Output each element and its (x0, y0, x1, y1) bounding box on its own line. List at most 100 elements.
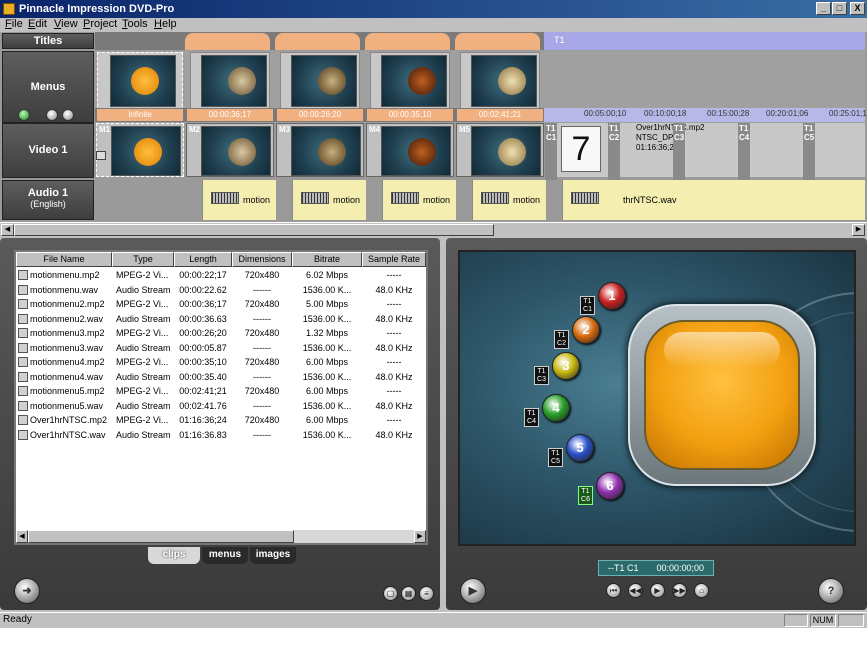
menu-file[interactable]: File (5, 18, 23, 31)
menu-project[interactable]: Project (83, 18, 117, 31)
chapter-number: C5 (804, 133, 815, 142)
audio-clip-label: motion (243, 195, 271, 205)
tab-menus[interactable]: menus (202, 547, 248, 564)
zoom-in-button[interactable] (46, 109, 58, 121)
column-type[interactable]: Type (112, 252, 174, 267)
file-type: Audio Stream (116, 371, 171, 382)
file-row[interactable]: motionmenu2.mp2 MPEG-2 Vi... 00:00:36;17 72… (16, 297, 426, 312)
title-tab[interactable] (275, 33, 360, 50)
help-icon[interactable]: ? (818, 578, 844, 604)
add-track-button[interactable] (18, 109, 30, 121)
column-length[interactable]: Length (174, 252, 232, 267)
file-type: Audio Stream (116, 342, 171, 353)
file-row[interactable]: Over1hrNTSC.wav Audio Stream 01:16:36.83 --… (16, 428, 426, 443)
file-icon (18, 386, 28, 397)
title-t1-bar[interactable]: T1 (544, 32, 865, 50)
details-view-icon[interactable]: ▢ (383, 586, 398, 601)
thumbnail-view-icon[interactable]: ▦ (401, 586, 416, 601)
file-list-scrollbar[interactable]: ◀ ▶ (16, 530, 426, 543)
file-list: File Name Type Length Dimensions Bitrate… (14, 250, 428, 545)
column-dimensions[interactable]: Dimensions (232, 252, 292, 267)
file-row[interactable]: motionmenu5.wav Audio Stream 00:02:41.76 --… (16, 399, 426, 414)
column-sample-rate[interactable]: Sample Rate (362, 252, 426, 267)
menu-thumbnail (291, 55, 357, 107)
home-icon[interactable] (96, 151, 106, 160)
file-icon (18, 284, 28, 295)
menu-edit[interactable]: Edit (28, 18, 47, 31)
audio-clip[interactable]: motion (382, 180, 456, 220)
chapter-number: C1 (546, 133, 557, 142)
play-small-icon[interactable]: ▶ (650, 583, 665, 598)
tab-images[interactable]: images (250, 547, 296, 564)
file-icon (18, 429, 28, 440)
video-menu-clip[interactable]: M3 (276, 123, 364, 177)
scroll-right-icon[interactable]: ▶ (414, 530, 426, 543)
audio-clip[interactable]: motion (292, 180, 366, 220)
menu-help[interactable]: Help (154, 18, 177, 31)
chapter-button-1[interactable]: 1 (598, 282, 626, 310)
rewind-icon[interactable]: ◀◀ (628, 583, 643, 598)
maximize-button[interactable]: □ (832, 2, 847, 15)
list-view-icon[interactable]: ≡ (419, 586, 434, 601)
preview-screen[interactable]: 1 T1 C1 2 T1 C2 3 T1 C3 4 T1 C4 5 T1 C5 6 T1 C6 (458, 250, 856, 546)
menu-tools[interactable]: Tools (122, 18, 148, 31)
play-icon[interactable]: ▶ (460, 578, 486, 604)
file-sample-rate: 48.0 KHz (375, 429, 413, 440)
scroll-thumb[interactable] (14, 224, 494, 236)
file-dimensions: ------ (253, 371, 271, 382)
title-tab[interactable] (455, 33, 540, 50)
audio-clip[interactable]: motion (472, 180, 546, 220)
file-row[interactable]: motionmenu2.wav Audio Stream 00:00:36.63 --… (16, 312, 426, 327)
video-menu-clip[interactable]: M1 (96, 123, 184, 177)
chapter-button-2[interactable]: 2 (572, 316, 600, 344)
zoom-out-button[interactable] (62, 109, 74, 121)
import-icon[interactable]: ➜ (14, 578, 40, 604)
tab-clips[interactable]: clips (148, 547, 200, 564)
file-row[interactable]: motionmenu3.mp2 MPEG-2 Vi... 00:00:26;20 72… (16, 326, 426, 341)
minimize-button[interactable]: _ (816, 2, 831, 15)
file-name: motionmenu5.mp2 (16, 384, 112, 399)
scroll-left-icon[interactable]: ◀ (16, 530, 28, 543)
file-row[interactable]: motionmenu.mp2 MPEG-2 Vi... 00:00:22;17 720… (16, 268, 426, 283)
file-row[interactable]: Over1hrNTSC.mp2 MPEG-2 Vi... 01:16:36;24 72… (16, 413, 426, 428)
chapter-button-3[interactable]: 3 (552, 352, 580, 380)
video-clip-name-2: NTSC_DP (636, 133, 674, 142)
fast-forward-icon[interactable]: ▶▶ (672, 583, 687, 598)
file-row[interactable]: motionmenu4.mp2 MPEG-2 Vi... 00:00:35;10 72… (16, 355, 426, 370)
num-lock-indicator: NUM (810, 614, 836, 627)
menu-home-icon[interactable]: ⌂ (694, 583, 709, 598)
timeline-ruler[interactable]: Infinite 00:00:36;17 00:00:26;20 00:00:3… (95, 108, 867, 122)
video-menu-clip[interactable]: M5 (456, 123, 544, 177)
first-chapter-icon[interactable]: ⏮ (606, 583, 621, 598)
file-sample-rate: 48.0 KHz (375, 284, 413, 295)
chapter-button-6[interactable]: 6 (596, 472, 624, 500)
file-row[interactable]: motionmenu4.wav Audio Stream 00:00:35.40 --… (16, 370, 426, 385)
file-name: motionmenu4.mp2 (16, 355, 112, 370)
file-icon (18, 400, 28, 411)
close-button[interactable]: X (850, 2, 865, 15)
scroll-right-icon[interactable]: ▶ (852, 224, 865, 236)
timeline-scrollbar[interactable]: ◀ ▶ (0, 222, 867, 236)
file-type: Audio Stream (116, 429, 171, 440)
menu-bar: File Edit View Project Tools Help (0, 18, 867, 32)
scroll-thumb[interactable] (28, 530, 294, 543)
title-tab[interactable] (365, 33, 450, 50)
title-tab[interactable] (185, 33, 270, 50)
file-row[interactable]: motionmenu.wav Audio Stream 00:00:22.62 ---… (16, 283, 426, 298)
menu-tv-graphic (628, 304, 816, 486)
video-menu-clip[interactable]: M2 (186, 123, 274, 177)
scroll-left-icon[interactable]: ◀ (1, 224, 14, 236)
chapter-button-4[interactable]: 4 (542, 394, 570, 422)
file-row[interactable]: motionmenu3.wav Audio Stream 00:00:05.87 --… (16, 341, 426, 356)
video-menu-clip[interactable]: M4 (366, 123, 454, 177)
chapter-button-5[interactable]: 5 (566, 434, 594, 462)
ruler-tick: 00:25:01;16 (829, 109, 867, 118)
file-length: 00:00:36.63 (179, 313, 227, 324)
file-row[interactable]: motionmenu5.mp2 MPEG-2 Vi... 00:02:41;21 72… (16, 384, 426, 399)
menu-view[interactable]: View (54, 18, 78, 31)
column-file-name[interactable]: File Name (16, 252, 112, 267)
audio-clip[interactable]: motion (202, 180, 276, 220)
column-bitrate[interactable]: Bitrate (292, 252, 362, 267)
file-bitrate: 6.00 Mbps (305, 357, 349, 367)
title-audio-clip[interactable]: thrNTSC.wav (562, 180, 865, 220)
